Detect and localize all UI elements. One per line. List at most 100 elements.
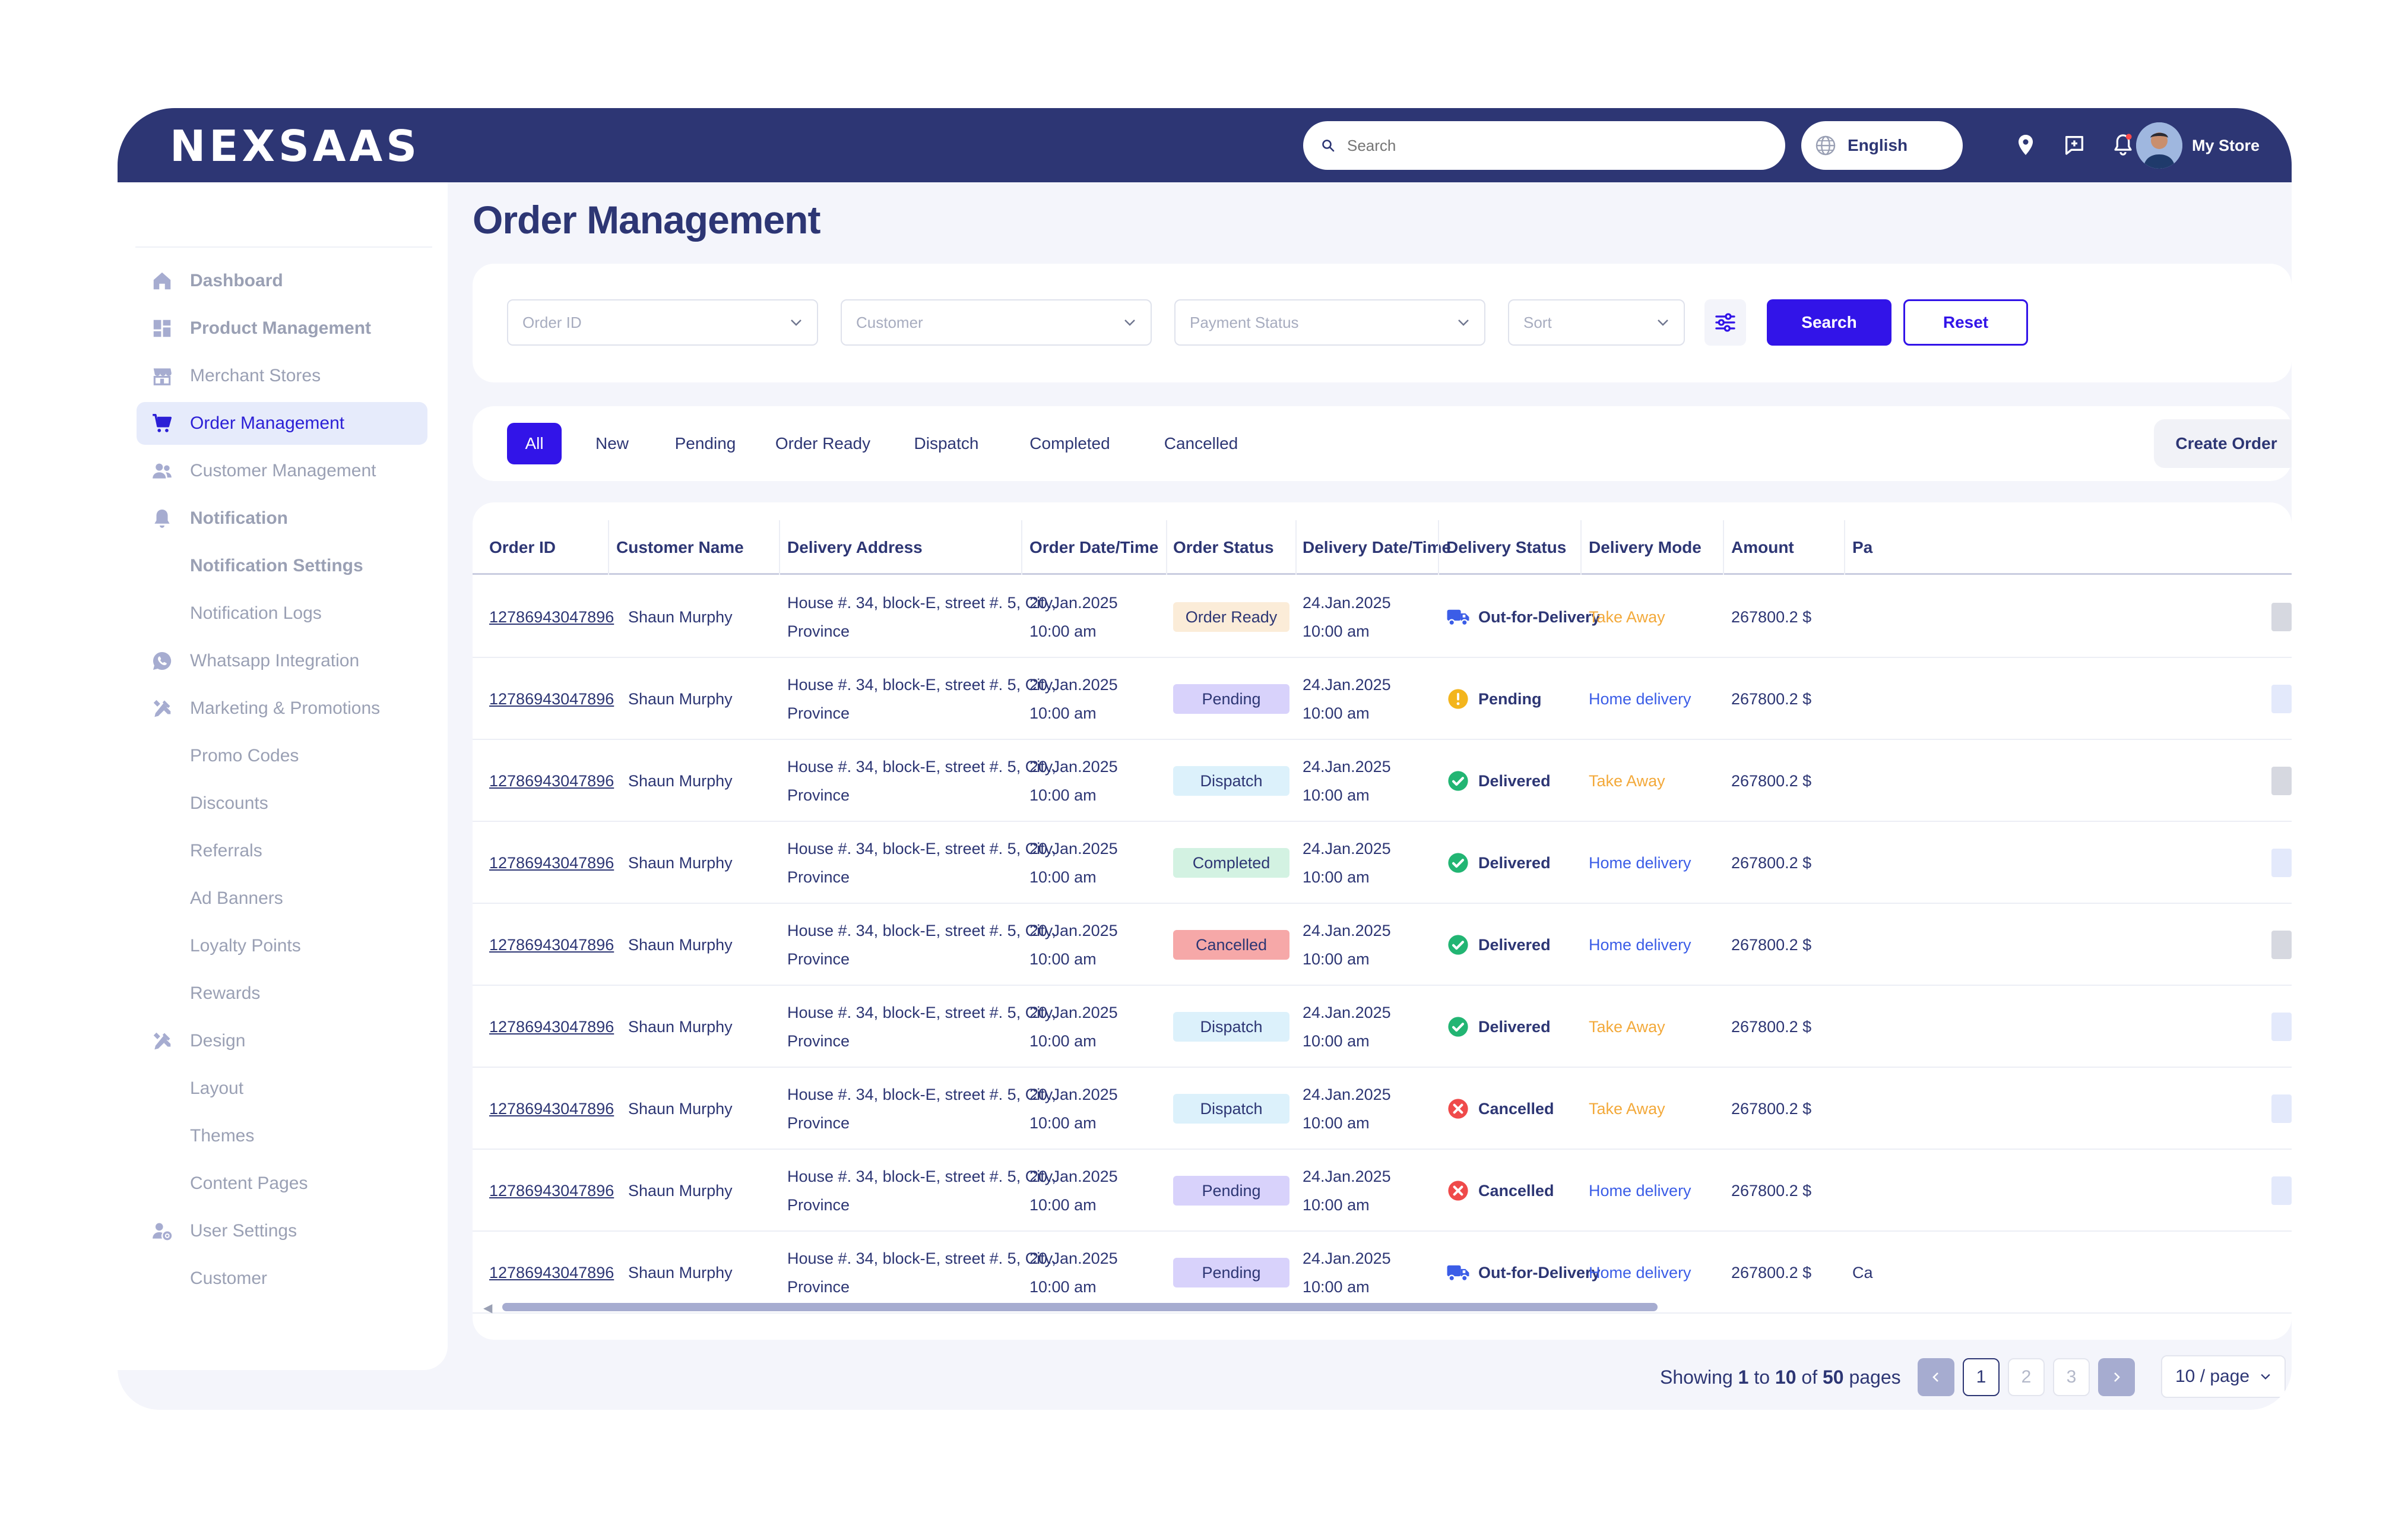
sidebar-item-merchant-stores[interactable]: Merchant Stores (137, 355, 427, 397)
column-divider[interactable] (608, 520, 609, 575)
payment-chip[interactable] (2271, 685, 2292, 713)
sidebar-item-notification[interactable]: Notification (137, 497, 427, 540)
column-header-delivery-date-time[interactable]: Delivery Date/Time (1303, 520, 1451, 575)
next-page-button[interactable] (2098, 1358, 2135, 1396)
tab-dispatch[interactable]: Dispatch (900, 423, 993, 464)
tab-all[interactable]: All (507, 423, 562, 464)
sidebar-item-customer[interactable]: Customer (137, 1257, 427, 1300)
page-size-select[interactable]: 10 / page (2161, 1355, 2286, 1398)
sidebar-item-content-pages[interactable]: Content Pages (137, 1162, 427, 1205)
scroll-left-icon[interactable]: ◀ (483, 1301, 492, 1315)
column-header-amount[interactable]: Amount (1731, 520, 1794, 575)
sidebar-item-dashboard[interactable]: Dashboard (137, 260, 427, 302)
page-2-button[interactable]: 2 (2008, 1358, 2045, 1396)
tab-pending[interactable]: Pending (664, 423, 747, 464)
prev-page-button[interactable] (1918, 1358, 1954, 1396)
table-row[interactable]: 12786943047896 Shaun Murphy House #. 34, b… (473, 1068, 2292, 1150)
sidebar-item-loyalty-points[interactable]: Loyalty Points (137, 925, 427, 967)
add-message-icon[interactable] (2061, 132, 2087, 158)
avatar[interactable] (2136, 122, 2182, 169)
sidebar-item-marketing-and-promotions[interactable]: Marketing & Promotions (137, 687, 427, 730)
column-divider[interactable] (1438, 520, 1439, 575)
sidebar-item-themes[interactable]: Themes (137, 1115, 427, 1157)
sidebar-item-notification-settings[interactable]: Notification Settings (137, 545, 427, 587)
customer-select[interactable]: Customer (841, 299, 1152, 346)
notification-bell-icon[interactable] (2110, 132, 2136, 158)
order-id-link[interactable]: 12786943047896 (489, 740, 614, 822)
sidebar-item-rewards[interactable]: Rewards (137, 972, 427, 1015)
order-id-select[interactable]: Order ID (507, 299, 818, 346)
column-header-customer-name[interactable]: Customer Name (616, 520, 744, 575)
column-divider[interactable] (1580, 520, 1582, 575)
tab-cancelled[interactable]: Cancelled (1146, 423, 1256, 464)
global-search[interactable] (1303, 121, 1785, 170)
order-id-link[interactable]: 12786943047896 (489, 822, 614, 904)
table-row[interactable]: 12786943047896 Shaun Murphy House #. 34, b… (473, 576, 2292, 658)
delivery-mode: Home delivery (1589, 1182, 1691, 1200)
column-header-order-date-time[interactable]: Order Date/Time (1029, 520, 1158, 575)
payment-status-select[interactable]: Payment Status (1174, 299, 1485, 346)
sidebar-item-user-settings[interactable]: User Settings (137, 1210, 427, 1252)
table-row[interactable]: 12786943047896 Shaun Murphy House #. 34, b… (473, 986, 2292, 1068)
filter-settings-icon[interactable] (1704, 299, 1746, 346)
sidebar-item-product-management[interactable]: Product Management (137, 307, 427, 350)
tab-new[interactable]: New (579, 423, 645, 464)
order-id-link[interactable]: 12786943047896 (489, 904, 614, 986)
table-row[interactable]: 12786943047896 Shaun Murphy House #. 34, b… (473, 904, 2292, 986)
sidebar-item-layout[interactable]: Layout (137, 1067, 427, 1110)
sidebar-item-whatsapp-integration[interactable]: Whatsapp Integration (137, 640, 427, 682)
language-select[interactable]: English (1801, 121, 1963, 170)
horizontal-scrollbar[interactable]: ◀ (473, 1298, 2292, 1315)
order-id-link[interactable]: 12786943047896 (489, 986, 614, 1068)
column-divider[interactable] (1844, 520, 1845, 575)
payment-chip[interactable] (2271, 1176, 2292, 1205)
table-row[interactable]: 12786943047896 Shaun Murphy House #. 34, b… (473, 1150, 2292, 1232)
order-id-link[interactable]: 12786943047896 (489, 658, 614, 740)
column-header-delivery-mode[interactable]: Delivery Mode (1589, 520, 1702, 575)
table-row[interactable]: 12786943047896 Shaun Murphy House #. 34, b… (473, 658, 2292, 740)
column-header-order-id[interactable]: Order ID (489, 520, 556, 575)
column-header-delivery-address[interactable]: Delivery Address (787, 520, 923, 575)
column-header-order-status[interactable]: Order Status (1173, 520, 1274, 575)
payment-chip[interactable] (2271, 767, 2292, 795)
payment-chip[interactable] (2271, 1013, 2292, 1041)
sidebar-item-notification-logs[interactable]: Notification Logs (137, 592, 427, 635)
sort-select[interactable]: Sort (1508, 299, 1685, 346)
payment-chip[interactable] (2271, 603, 2292, 631)
tab-completed[interactable]: Completed (1012, 423, 1128, 464)
reset-button[interactable]: Reset (1903, 299, 2028, 346)
sidebar-item-order-management[interactable]: Order Management (137, 402, 427, 445)
column-divider[interactable] (1021, 520, 1022, 575)
sidebar-item-promo-codes[interactable]: Promo Codes (137, 735, 427, 777)
column-divider[interactable] (1723, 520, 1724, 575)
payment-chip[interactable] (2271, 1094, 2292, 1123)
search-button[interactable]: Search (1767, 299, 1891, 346)
brand-logo[interactable]: NEXSAAS (170, 121, 420, 171)
payment-chip[interactable] (2271, 849, 2292, 877)
column-header-pa[interactable]: Pa (1852, 520, 1872, 575)
sidebar-item-design[interactable]: Design (137, 1020, 427, 1062)
column-divider[interactable] (779, 520, 780, 575)
pagination-total: 50 (1822, 1366, 1844, 1388)
tab-order-ready[interactable]: Order Ready (763, 423, 882, 464)
search-input[interactable] (1347, 136, 1703, 155)
sidebar-item-referrals[interactable]: Referrals (137, 830, 427, 872)
scrollbar-thumb[interactable] (502, 1303, 1658, 1311)
page-1-button[interactable]: 1 (1963, 1358, 2000, 1396)
column-divider[interactable] (1295, 520, 1297, 575)
table-row[interactable]: 12786943047896 Shaun Murphy House #. 34, b… (473, 740, 2292, 822)
sidebar-item-customer-management[interactable]: Customer Management (137, 450, 427, 492)
sidebar-item-discounts[interactable]: Discounts (137, 782, 427, 825)
store-name[interactable]: My Store (2192, 137, 2260, 155)
create-order-button[interactable]: Create Order (2154, 419, 2292, 468)
order-id-link[interactable]: 12786943047896 (489, 1068, 614, 1150)
column-divider[interactable] (1166, 520, 1167, 575)
order-id-link[interactable]: 12786943047896 (489, 576, 614, 658)
table-row[interactable]: 12786943047896 Shaun Murphy House #. 34, b… (473, 822, 2292, 904)
location-pin-icon[interactable] (2013, 132, 2039, 158)
column-header-delivery-status[interactable]: Delivery Status (1446, 520, 1566, 575)
page-3-button[interactable]: 3 (2053, 1358, 2090, 1396)
order-id-link[interactable]: 12786943047896 (489, 1150, 614, 1232)
sidebar-item-ad-banners[interactable]: Ad Banners (137, 877, 427, 920)
payment-chip[interactable] (2271, 931, 2292, 959)
